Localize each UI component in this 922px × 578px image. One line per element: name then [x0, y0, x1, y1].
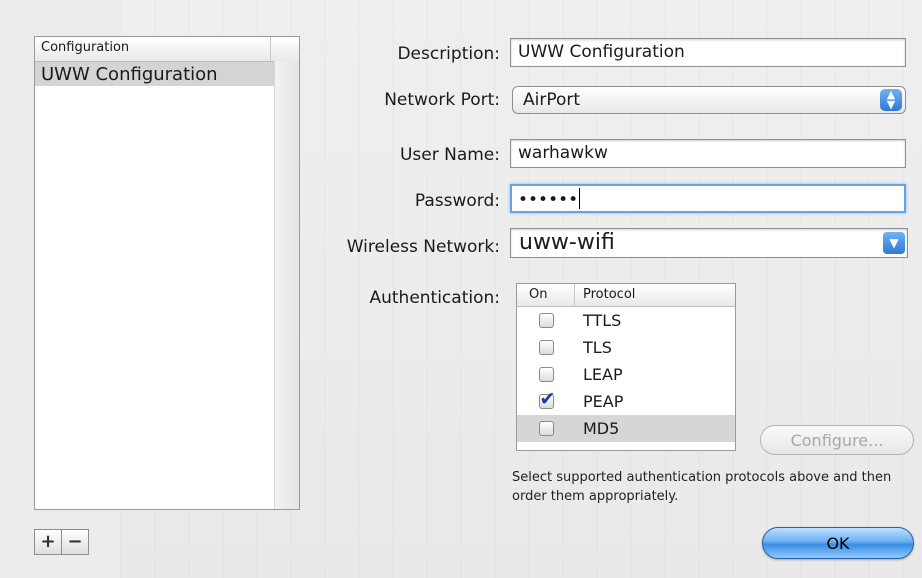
protocol-label: LEAP	[583, 365, 623, 384]
column-on-header: On	[517, 284, 575, 306]
list-header-corner	[271, 37, 299, 61]
authentication-hint: Select supported authentication protocol…	[512, 470, 892, 504]
auth-row-tls[interactable]: TLS	[517, 334, 735, 361]
peap-checkbox[interactable]	[538, 388, 555, 410]
text-caret	[579, 188, 581, 209]
description-label: Description:	[397, 44, 500, 64]
protocol-label: TLS	[583, 338, 612, 357]
column-protocol-header: Protocol	[583, 287, 636, 302]
add-configuration-button[interactable]: +	[34, 529, 62, 555]
leap-checkbox[interactable]	[538, 367, 554, 382]
password-label: Password:	[414, 191, 500, 211]
configuration-list-header: Configuration	[35, 37, 299, 62]
network-port-value: AirPort	[523, 90, 581, 110]
add-remove-controls: + −	[34, 529, 89, 555]
auth-row-peap[interactable]: PEAP	[517, 388, 735, 415]
protocol-label: PEAP	[583, 392, 624, 411]
ttls-checkbox[interactable]	[538, 313, 554, 328]
ok-button[interactable]: OK	[762, 527, 914, 559]
wireless-network-value: uww-wifi	[519, 230, 615, 255]
tls-checkbox[interactable]	[538, 340, 554, 355]
description-field[interactable]: UWW Configuration	[510, 38, 906, 67]
authentication-table[interactable]: On Protocol TTLS TLS LEAP PEAP MD5	[516, 283, 736, 451]
user-name-field[interactable]: warhawkw	[510, 139, 906, 168]
protocol-label: MD5	[583, 419, 620, 438]
user-name-label: User Name:	[399, 145, 500, 165]
auth-row-md5[interactable]: MD5	[517, 415, 735, 442]
authentication-table-header: On Protocol	[517, 284, 735, 307]
configuration-list-item[interactable]: UWW Configuration	[35, 62, 274, 86]
configure-button[interactable]: Configure...	[760, 425, 914, 455]
remove-configuration-button[interactable]: −	[61, 529, 89, 555]
password-field[interactable]: ••••••	[510, 184, 906, 213]
auth-row-leap[interactable]: LEAP	[517, 361, 735, 388]
configuration-column-header: Configuration	[35, 37, 271, 61]
network-port-label: Network Port:	[384, 90, 500, 110]
authentication-label: Authentication:	[369, 288, 500, 308]
auth-row-ttls[interactable]: TTLS	[517, 307, 735, 334]
wireless-network-combo[interactable]: uww-wifi ▼	[510, 228, 908, 258]
network-port-popup[interactable]: AirPort ▲ ▼	[512, 86, 906, 114]
password-value: ••••••	[518, 190, 579, 210]
md5-checkbox[interactable]	[538, 421, 554, 436]
protocol-label: TTLS	[583, 311, 622, 330]
configuration-list[interactable]: Configuration UWW Configuration	[34, 36, 300, 510]
wireless-network-label: Wireless Network:	[346, 237, 500, 257]
configuration-list-scrollbar[interactable]	[274, 61, 299, 509]
down-arrow-icon[interactable]: ▼	[883, 232, 905, 254]
up-down-arrows-icon: ▲ ▼	[880, 89, 902, 111]
